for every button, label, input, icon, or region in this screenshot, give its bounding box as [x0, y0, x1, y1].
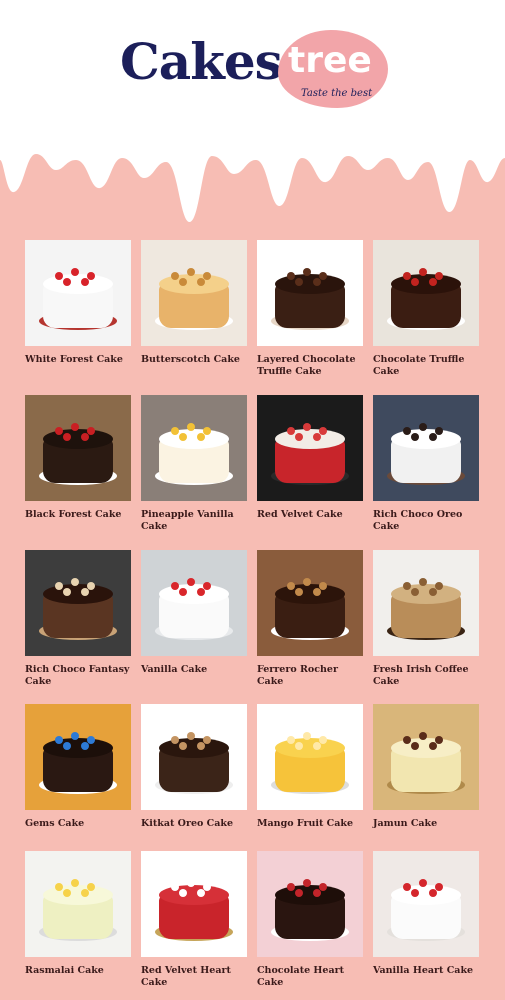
cake-image[interactable] [141, 851, 247, 957]
cake-image[interactable] [141, 395, 247, 501]
cake-image[interactable] [257, 240, 363, 346]
cake-card[interactable]: Chocolate Truffle Cake [373, 240, 481, 378]
cake-name: Vanilla Cake [141, 664, 208, 675]
cake-name: Vanilla Heart Cake [373, 965, 474, 976]
cake-top [43, 429, 113, 449]
header: Cakes tree Taste the best [0, 0, 505, 150]
cake-card[interactable]: Fresh Irish Coffee Cake [373, 550, 481, 688]
cake-card[interactable]: Chocolate Heart Cake [257, 851, 365, 989]
cake-top [391, 429, 461, 449]
cake-image[interactable] [373, 704, 479, 810]
cake-name: Rich Choco Fantasy Cake [25, 664, 130, 687]
cake-name: Pineapple Vanilla Cake [141, 509, 234, 532]
cake-card[interactable]: Layered Chocolate Truffle Cake [257, 240, 365, 378]
cake-image[interactable] [373, 550, 479, 656]
cake-top [275, 738, 345, 758]
cake-card[interactable]: Jamun Cake [373, 704, 481, 830]
cake-image[interactable] [257, 395, 363, 501]
cake-image[interactable] [373, 395, 479, 501]
cake-name: Gems Cake [25, 818, 85, 829]
cake-top [391, 274, 461, 294]
cake-name: Fresh Irish Coffee Cake [373, 664, 469, 687]
cake-top [43, 274, 113, 294]
cake-top [391, 885, 461, 905]
cake-image[interactable] [25, 240, 131, 346]
cake-top [391, 738, 461, 758]
cake-image[interactable] [25, 550, 131, 656]
cake-top [43, 584, 113, 604]
cake-top [159, 429, 229, 449]
cake-name: Layered Chocolate Truffle Cake [257, 354, 356, 377]
cake-card[interactable]: Pineapple Vanilla Cake [141, 395, 249, 533]
cake-top [275, 429, 345, 449]
cake-top [275, 584, 345, 604]
cake-image[interactable] [257, 851, 363, 957]
cake-card[interactable]: Red Velvet Heart Cake [141, 851, 249, 989]
cake-image[interactable] [141, 550, 247, 656]
brand-name-part2: tree [288, 40, 372, 81]
cake-image[interactable] [257, 550, 363, 656]
cake-name: Butterscotch Cake [141, 354, 240, 365]
cake-image[interactable] [25, 395, 131, 501]
cake-top [159, 738, 229, 758]
cake-image[interactable] [141, 704, 247, 810]
cake-card[interactable]: Rich Choco Oreo Cake [373, 395, 481, 533]
cake-top [391, 584, 461, 604]
cake-name: Ferrero Rocher Cake [257, 664, 338, 687]
cake-name: Black Forest Cake [25, 509, 122, 520]
cake-top [275, 274, 345, 294]
cake-name: Chocolate Truffle Cake [373, 354, 465, 377]
drip-divider [0, 140, 505, 223]
cake-card[interactable]: Ferrero Rocher Cake [257, 550, 365, 688]
cake-name: Red Velvet Cake [257, 509, 343, 520]
cake-top [159, 274, 229, 294]
cake-name: Rasmalai Cake [25, 965, 104, 976]
cake-card[interactable]: Rasmalai Cake [25, 851, 133, 977]
cake-card[interactable]: Vanilla Heart Cake [373, 851, 481, 977]
cake-name: Red Velvet Heart Cake [141, 965, 231, 988]
cake-name: Jamun Cake [373, 818, 438, 829]
cake-name: Kitkat Oreo Cake [141, 818, 233, 829]
cake-image[interactable] [373, 851, 479, 957]
cake-top [159, 584, 229, 604]
cake-image[interactable] [257, 704, 363, 810]
cake-name: Chocolate Heart Cake [257, 965, 344, 988]
cake-top [275, 885, 345, 905]
cake-top [43, 738, 113, 758]
cake-card[interactable]: Butterscotch Cake [141, 240, 249, 366]
cake-image[interactable] [25, 704, 131, 810]
brand-logo[interactable]: Cakes tree Taste the best [120, 30, 390, 110]
cake-card[interactable]: White Forest Cake [25, 240, 133, 366]
cake-image[interactable] [373, 240, 479, 346]
cake-image[interactable] [141, 240, 247, 346]
brand-name-part1: Cakes [120, 32, 283, 91]
brand-tagline: Taste the best [301, 88, 373, 99]
cake-card[interactable]: Rich Choco Fantasy Cake [25, 550, 133, 688]
cake-name: White Forest Cake [25, 354, 123, 365]
cake-card[interactable]: Kitkat Oreo Cake [141, 704, 249, 830]
cake-top [43, 885, 113, 905]
cake-card[interactable]: Black Forest Cake [25, 395, 133, 521]
cake-card[interactable]: Mango Fruit Cake [257, 704, 365, 830]
cake-image[interactable] [25, 851, 131, 957]
cake-name: Rich Choco Oreo Cake [373, 509, 463, 532]
cake-name: Mango Fruit Cake [257, 818, 354, 829]
cake-card[interactable]: Vanilla Cake [141, 550, 249, 676]
cake-card[interactable]: Red Velvet Cake [257, 395, 365, 521]
cake-top [159, 885, 229, 905]
cake-card[interactable]: Gems Cake [25, 704, 133, 830]
